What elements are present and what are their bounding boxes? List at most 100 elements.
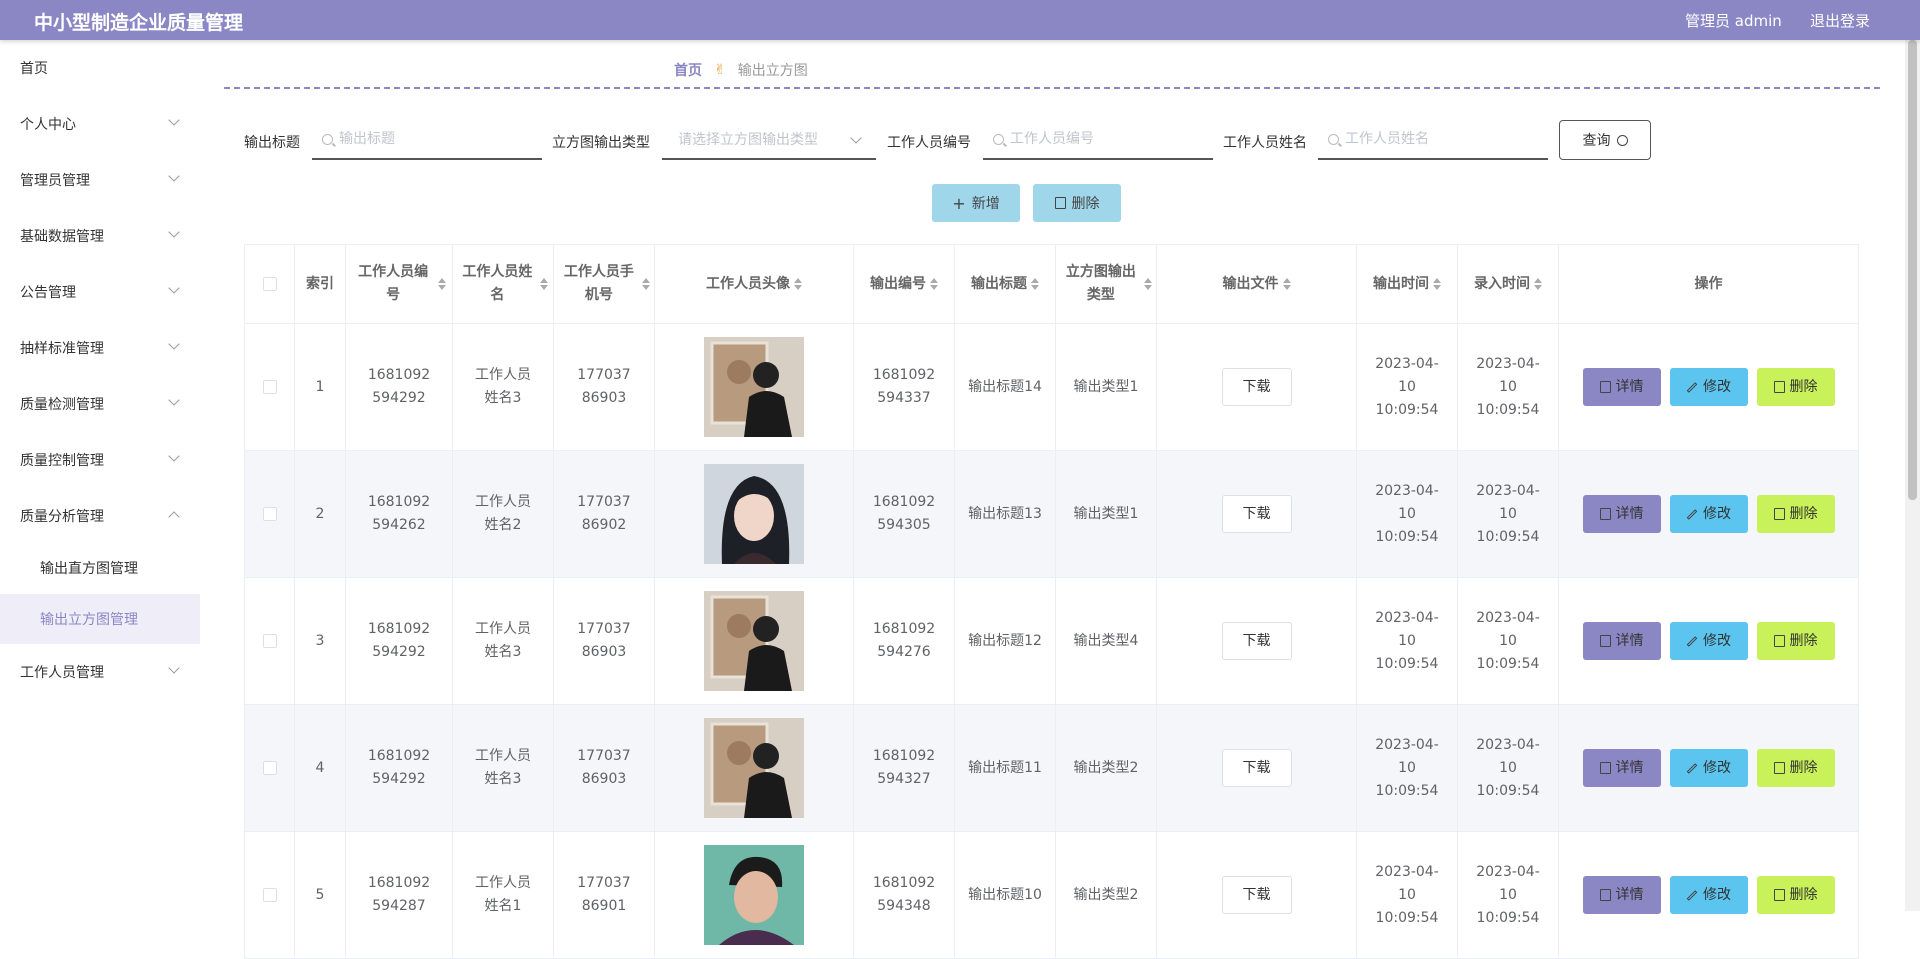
- sidebar-subitem-histogram[interactable]: 输出直方图管理: [0, 543, 200, 593]
- sort-icon[interactable]: [1433, 278, 1441, 290]
- staff-name-search-field[interactable]: [1318, 120, 1548, 160]
- sort-icon[interactable]: [1534, 278, 1542, 290]
- table-cell: 输出类型2: [1056, 705, 1157, 831]
- chevron-up-icon: [168, 511, 180, 523]
- detail-button[interactable]: 详情: [1582, 749, 1661, 787]
- edit-button[interactable]: 修改: [1669, 622, 1748, 660]
- table-cell: 1681092594262: [346, 451, 453, 577]
- title-search-input[interactable]: [339, 131, 519, 147]
- sort-icon[interactable]: [930, 278, 938, 290]
- edit-button[interactable]: 修改: [1669, 749, 1748, 787]
- breadcrumb-home[interactable]: 首页: [674, 60, 702, 80]
- sidebar-item-control[interactable]: 质量控制管理: [0, 435, 200, 485]
- bulk-delete-button[interactable]: 删除: [1033, 184, 1121, 222]
- column-header[interactable]: 工作人员头像: [655, 245, 854, 323]
- column-header[interactable]: 立方图输出类型: [1056, 245, 1157, 323]
- delete-button[interactable]: 删除: [1756, 876, 1835, 914]
- row-checkbox[interactable]: [262, 761, 277, 775]
- sort-icon[interactable]: [438, 278, 446, 290]
- title-search-field[interactable]: [312, 120, 542, 160]
- sidebar-item-inspection[interactable]: 质量检测管理: [0, 379, 200, 429]
- table-cell: 1681092594292: [346, 324, 453, 450]
- edit-button[interactable]: 修改: [1669, 876, 1748, 914]
- download-button[interactable]: 下载: [1221, 622, 1292, 660]
- sidebar-item-label: 首页: [20, 61, 48, 77]
- add-button[interactable]: + 新增: [932, 184, 1020, 222]
- sort-icon[interactable]: [1031, 278, 1039, 290]
- download-button[interactable]: 下载: [1221, 368, 1292, 406]
- sort-icon[interactable]: [539, 278, 549, 290]
- detail-button[interactable]: 详情: [1582, 876, 1661, 914]
- column-header[interactable]: 输出标题: [955, 245, 1056, 323]
- logout-link[interactable]: 退出登录: [1810, 10, 1870, 31]
- delete-button[interactable]: 删除: [1756, 368, 1835, 406]
- download-button[interactable]: 下载: [1221, 495, 1292, 533]
- delete-button[interactable]: 删除: [1756, 622, 1835, 660]
- output-time-cell: 2023-04-10 10:09:54: [1375, 355, 1439, 418]
- table-cell: 工作人员姓名3: [453, 705, 554, 831]
- sidebar-item-personal-center[interactable]: 个人中心: [0, 99, 200, 149]
- staff-no-search-field[interactable]: [983, 120, 1213, 160]
- page-scrollbar[interactable]: [1905, 40, 1920, 911]
- sort-icon[interactable]: [1282, 278, 1291, 290]
- sidebar-item-staff[interactable]: 工作人员管理: [0, 647, 200, 697]
- download-button[interactable]: 下载: [1221, 749, 1292, 787]
- type-select[interactable]: 请选择立方图输出类型: [662, 120, 876, 160]
- column-header[interactable]: 输出时间: [1357, 245, 1458, 323]
- edit-button[interactable]: 修改: [1669, 368, 1748, 406]
- table-cell: 下载: [1157, 451, 1357, 577]
- column-header: 索引: [295, 245, 346, 323]
- column-header[interactable]: 工作人员手机号: [554, 245, 655, 323]
- edit-icon: [1686, 381, 1698, 393]
- edit-button[interactable]: 修改: [1669, 495, 1748, 533]
- staff-name-search-input[interactable]: [1345, 131, 1525, 147]
- sidebar-item-basic-data[interactable]: 基础数据管理: [0, 211, 200, 261]
- sidebar-item-home[interactable]: 首页: [0, 43, 200, 93]
- detail-button[interactable]: 详情: [1582, 495, 1661, 533]
- avatar: [704, 718, 804, 818]
- sidebar-item-admin-mgmt[interactable]: 管理员管理: [0, 155, 200, 205]
- sort-icon[interactable]: [1143, 278, 1153, 290]
- chevron-down-icon: [168, 226, 180, 238]
- sidebar-item-notice[interactable]: 公告管理: [0, 267, 200, 317]
- table-cell: 1681092594292: [346, 578, 453, 704]
- column-header[interactable]: 输出文件: [1157, 245, 1357, 323]
- row-checkbox[interactable]: [262, 380, 277, 394]
- type-select-placeholder: 请选择立方图输出类型: [678, 132, 818, 148]
- sort-icon[interactable]: [641, 278, 651, 290]
- staff-no-search-input[interactable]: [1010, 131, 1190, 147]
- row-checkbox[interactable]: [262, 634, 277, 648]
- sidebar-item-analysis[interactable]: 质量分析管理: [0, 491, 200, 541]
- plus-icon: +: [952, 193, 966, 213]
- table-cell: 输出标题13: [955, 451, 1056, 577]
- table-cell: 1681092594287: [346, 832, 453, 958]
- detail-button[interactable]: 详情: [1582, 368, 1661, 406]
- query-button[interactable]: 查询: [1559, 120, 1651, 160]
- scrollbar-thumb[interactable]: [1908, 40, 1917, 500]
- edit-button-label: 修改: [1703, 378, 1731, 395]
- table-cell: [655, 705, 854, 831]
- column-header[interactable]: 工作人员姓名: [453, 245, 554, 323]
- table-cell: [245, 705, 295, 831]
- top-bar: 中小型制造企业质量管理 管理员 admin 退出登录: [0, 0, 1920, 40]
- staff-name-cell: 工作人员姓名3: [475, 748, 531, 787]
- delete-button-label: 删除: [1789, 632, 1818, 649]
- chevron-down-icon: [168, 114, 180, 126]
- column-header[interactable]: 输出编号: [854, 245, 955, 323]
- column-header[interactable]: 工作人员编号: [346, 245, 453, 323]
- select-all-checkbox[interactable]: [262, 277, 277, 291]
- sidebar-item-sampling[interactable]: 抽样标准管理: [0, 323, 200, 373]
- delete-button[interactable]: 删除: [1756, 749, 1835, 787]
- detail-button-label: 详情: [1615, 632, 1644, 649]
- table-cell: 1681092594327: [854, 705, 955, 831]
- download-button-label: 下载: [1242, 505, 1271, 522]
- download-button[interactable]: 下载: [1221, 876, 1292, 914]
- table-cell: 2023-04-10 10:09:54: [1458, 451, 1559, 577]
- row-checkbox[interactable]: [262, 507, 277, 521]
- sidebar-subitem-cube[interactable]: 输出立方图管理: [0, 594, 200, 644]
- delete-button[interactable]: 删除: [1756, 495, 1835, 533]
- sort-icon[interactable]: [794, 278, 802, 290]
- detail-button[interactable]: 详情: [1582, 622, 1661, 660]
- row-checkbox[interactable]: [262, 888, 277, 902]
- column-header[interactable]: 录入时间: [1458, 245, 1559, 323]
